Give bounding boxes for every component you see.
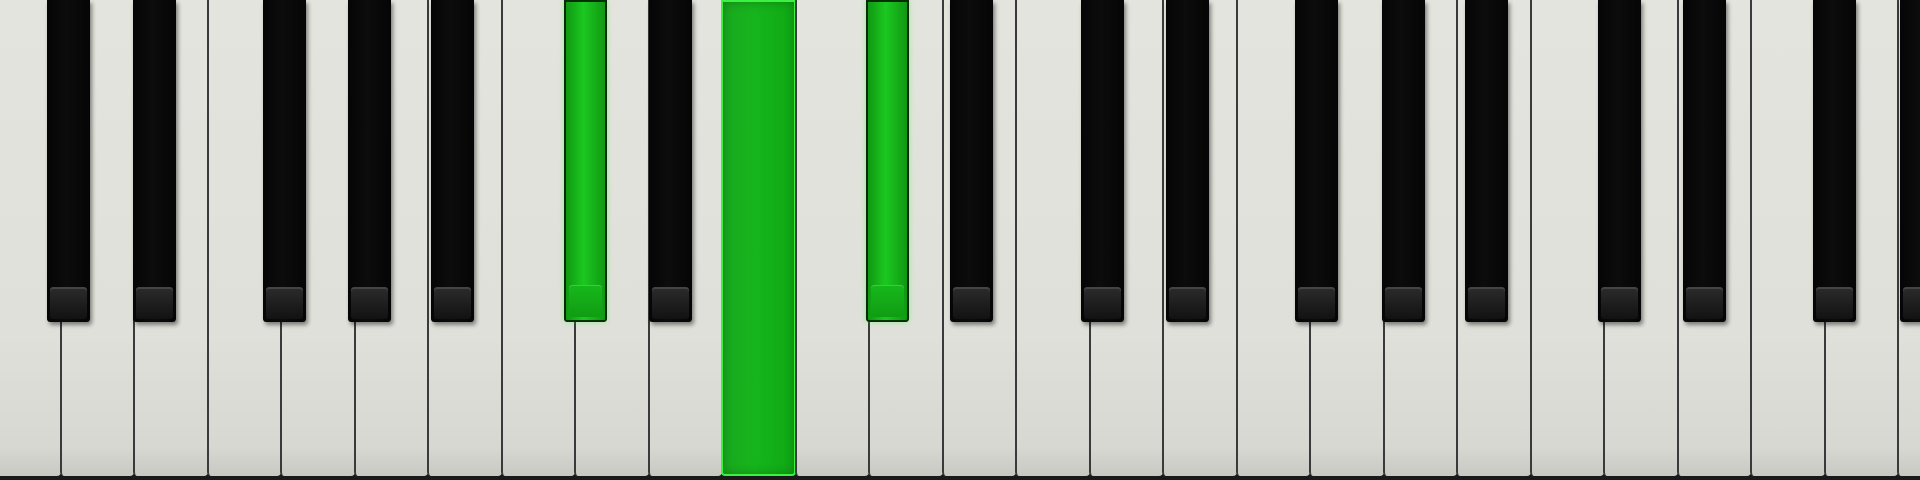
black-key-cap <box>1385 287 1422 319</box>
black-key-cap <box>434 287 471 319</box>
black-key-cap <box>569 285 602 317</box>
black-key[interactable] <box>564 0 607 322</box>
black-key[interactable] <box>348 0 391 322</box>
black-key-cap <box>953 287 990 319</box>
black-key[interactable] <box>1166 0 1209 322</box>
black-key[interactable] <box>649 0 692 322</box>
white-key[interactable] <box>794 0 869 476</box>
black-key-cap <box>351 287 388 319</box>
black-key-cap <box>871 285 904 317</box>
black-key-cap <box>1601 287 1638 319</box>
black-key[interactable] <box>1081 0 1124 322</box>
black-key[interactable] <box>1683 0 1726 322</box>
black-key-cap <box>1816 287 1853 319</box>
black-key[interactable] <box>1813 0 1856 322</box>
black-key-cap <box>652 287 689 319</box>
black-key-cap <box>1686 287 1723 319</box>
black-key-cap <box>1084 287 1121 319</box>
black-key[interactable] <box>1900 0 1920 322</box>
white-key[interactable] <box>721 0 796 476</box>
black-key[interactable] <box>133 0 176 322</box>
black-key[interactable] <box>263 0 306 322</box>
white-key[interactable] <box>1529 0 1604 476</box>
white-key[interactable] <box>1015 0 1090 476</box>
black-key-cap <box>266 287 303 319</box>
black-key-cap <box>1169 287 1206 319</box>
black-key[interactable] <box>47 0 90 322</box>
black-key[interactable] <box>1598 0 1641 322</box>
black-key[interactable] <box>866 0 909 322</box>
black-key-cap <box>1298 287 1335 319</box>
black-key-cap <box>136 287 173 319</box>
black-key-cap <box>1468 287 1505 319</box>
black-key-cap <box>50 287 87 319</box>
black-key[interactable] <box>1465 0 1508 322</box>
black-key[interactable] <box>950 0 993 322</box>
piano-keyboard <box>0 0 1920 480</box>
black-key[interactable] <box>431 0 474 322</box>
black-key[interactable] <box>1295 0 1338 322</box>
black-key-cap <box>1903 287 1920 319</box>
black-key[interactable] <box>1382 0 1425 322</box>
